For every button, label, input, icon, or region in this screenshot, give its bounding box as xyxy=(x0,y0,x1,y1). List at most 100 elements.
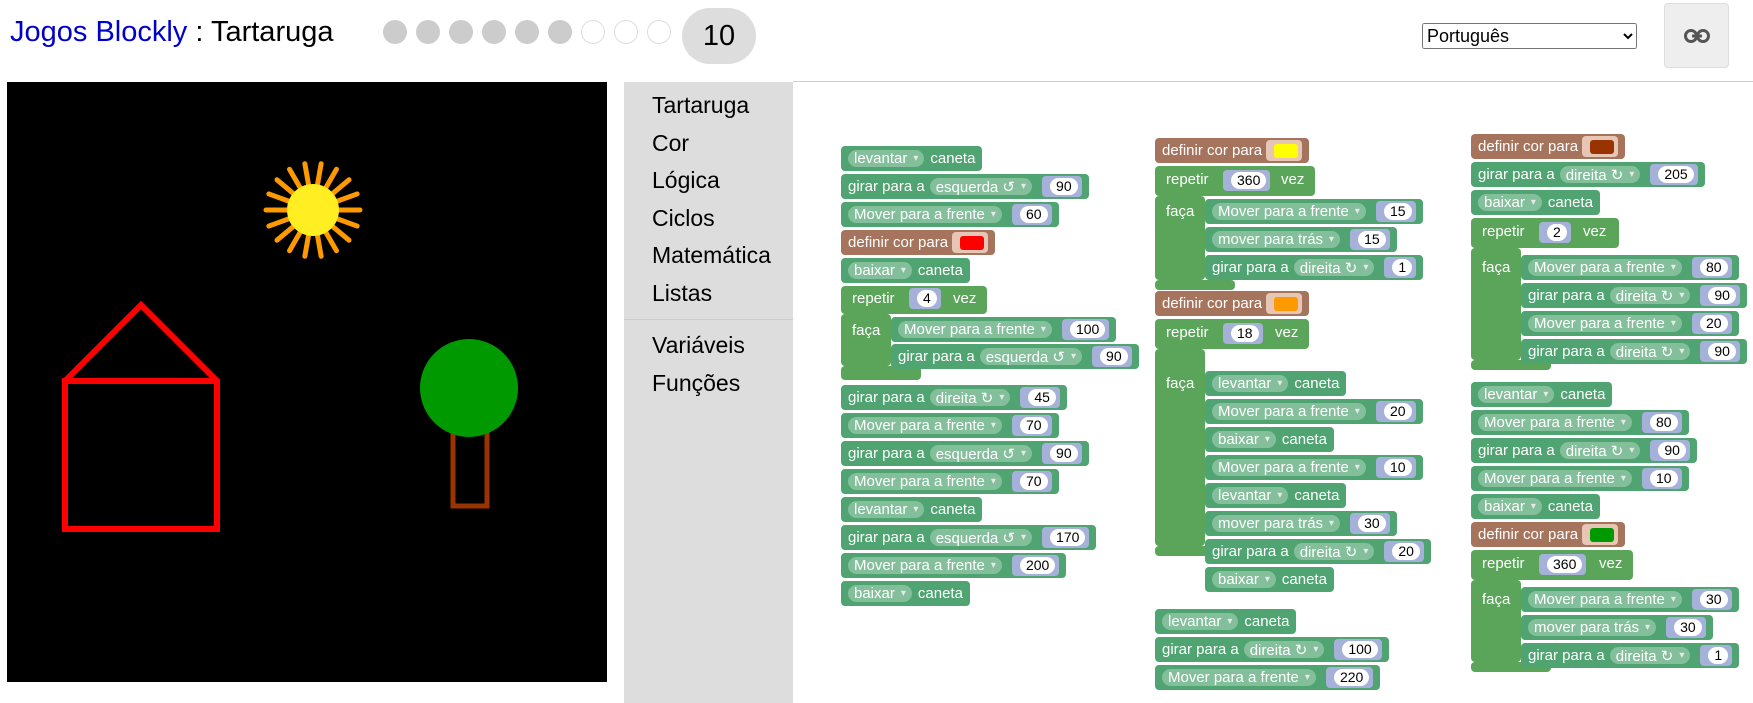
number-input[interactable]: 100 xyxy=(1061,319,1110,340)
color-picker[interactable] xyxy=(1266,293,1303,314)
block-move[interactable]: Mover para a frente 200 xyxy=(841,553,1067,578)
number-input[interactable]: 70 xyxy=(1011,471,1052,492)
block-set-color[interactable]: definir cor para xyxy=(1471,522,1626,547)
block-pen-down[interactable]: baixar caneta xyxy=(1471,494,1600,519)
pen-dropdown[interactable]: levantar xyxy=(848,501,925,518)
block-move[interactable]: Mover para a frente 30 xyxy=(1521,587,1739,612)
number-input[interactable]: 60 xyxy=(1011,204,1052,225)
block-turn[interactable]: girar para a esquerda ↺ 90 xyxy=(891,344,1139,369)
number-input[interactable]: 10 xyxy=(1375,457,1416,478)
block-move[interactable]: Mover para a frente 15 xyxy=(1205,199,1423,224)
toolbox-category[interactable]: Cor xyxy=(652,130,689,157)
direction-dropdown[interactable]: direita ↻ xyxy=(929,389,1011,407)
pen-dropdown[interactable]: baixar xyxy=(1478,194,1542,211)
block-pen-down[interactable]: baixar caneta xyxy=(1205,427,1334,452)
toolbox-category[interactable]: Tartaruga xyxy=(652,92,749,119)
block-move[interactable]: Mover para a frente 70 xyxy=(841,413,1059,438)
move-dropdown[interactable]: Mover para a frente xyxy=(1478,470,1632,487)
language-select[interactable]: Português xyxy=(1422,23,1637,49)
block-move-back[interactable]: mover para trás 30 xyxy=(1205,511,1397,536)
block-turn[interactable]: girar para a direita ↻ 90 xyxy=(1521,339,1747,364)
pen-dropdown[interactable]: levantar xyxy=(848,150,925,167)
direction-dropdown[interactable]: esquerda ↺ xyxy=(929,178,1033,196)
direction-dropdown[interactable]: esquerda ↺ xyxy=(929,529,1033,547)
number-input[interactable]: 90 xyxy=(1042,176,1082,197)
block-move[interactable]: Mover para a frente 70 xyxy=(841,469,1059,494)
direction-dropdown[interactable]: esquerda ↺ xyxy=(979,348,1083,366)
number-input[interactable]: 20 xyxy=(1375,401,1416,422)
direction-dropdown[interactable]: direita ↻ xyxy=(1559,166,1641,184)
move-dropdown[interactable]: mover para trás xyxy=(1528,619,1657,636)
block-move[interactable]: Mover para a frente 10 xyxy=(1205,455,1423,480)
block-turn[interactable]: girar para a direita ↻ 1 xyxy=(1205,255,1424,280)
block-turn[interactable]: girar para a esquerda ↺ 90 xyxy=(841,174,1089,199)
block-turn[interactable]: girar para a direita ↻ 1 xyxy=(1521,643,1740,668)
block-set-color[interactable]: definir cor para xyxy=(1155,291,1310,316)
direction-dropdown[interactable]: esquerda ↺ xyxy=(929,445,1033,463)
number-input[interactable]: 90 xyxy=(1700,285,1740,306)
level-dot[interactable] xyxy=(515,20,539,44)
block-turn[interactable]: girar para a direita ↻ 20 xyxy=(1205,539,1431,564)
block-pen-up[interactable]: levantar caneta xyxy=(1155,609,1297,634)
level-dot[interactable] xyxy=(581,20,605,44)
block-pen-up[interactable]: levantar caneta xyxy=(1205,371,1347,396)
toolbox-category[interactable]: Variáveis xyxy=(652,332,745,359)
number-input[interactable]: 90 xyxy=(1650,440,1690,461)
number-input[interactable]: 205 xyxy=(1650,164,1698,185)
pen-dropdown[interactable]: baixar xyxy=(1212,571,1276,588)
block-move[interactable]: Mover para a frente 20 xyxy=(1521,311,1739,336)
block-move[interactable]: Mover para a frente 20 xyxy=(1205,399,1423,424)
block-pen-down[interactable]: baixar caneta xyxy=(1205,567,1334,592)
toolbox-category[interactable]: Lógica xyxy=(652,167,720,194)
number-input[interactable]: 20 xyxy=(1384,541,1424,562)
block-move[interactable]: Mover para a frente 220 xyxy=(1155,665,1381,690)
block-move[interactable]: Mover para a frente 100 xyxy=(891,317,1117,342)
block-turn[interactable]: girar para a esquerda ↺ 170 xyxy=(841,525,1097,550)
block-workspace[interactable]: levantar caneta girar para a esquerda ↺ … xyxy=(793,82,1753,703)
number-input[interactable]: 30 xyxy=(1666,617,1706,638)
repeat-count[interactable]: 18 xyxy=(1223,323,1263,344)
color-picker[interactable] xyxy=(1582,524,1619,545)
direction-dropdown[interactable]: direita ↻ xyxy=(1243,641,1325,659)
color-picker[interactable] xyxy=(1582,136,1619,157)
move-dropdown[interactable]: Mover para a frente xyxy=(1528,259,1682,276)
move-dropdown[interactable]: Mover para a frente xyxy=(1212,203,1366,220)
move-dropdown[interactable]: Mover para a frente xyxy=(1528,315,1682,332)
pen-dropdown[interactable]: levantar xyxy=(1162,613,1239,630)
block-move[interactable]: Mover para a frente 80 xyxy=(1521,255,1739,280)
block-pen-up[interactable]: levantar caneta xyxy=(841,146,983,171)
direction-dropdown[interactable]: direita ↻ xyxy=(1609,343,1691,361)
number-input[interactable]: 15 xyxy=(1375,201,1416,222)
move-dropdown[interactable]: mover para trás xyxy=(1212,231,1341,248)
block-pen-down[interactable]: baixar caneta xyxy=(841,258,970,283)
block-set-color[interactable]: definir cor para xyxy=(1471,134,1626,159)
level-dot[interactable] xyxy=(647,20,671,44)
move-dropdown[interactable]: Mover para a frente xyxy=(898,321,1052,338)
link-button[interactable] xyxy=(1664,3,1729,68)
move-dropdown[interactable]: Mover para a frente xyxy=(1162,669,1316,686)
number-input[interactable]: 220 xyxy=(1325,667,1374,688)
block-turn[interactable]: girar para a esquerda ↺ 90 xyxy=(841,441,1089,466)
toolbox-category[interactable]: Ciclos xyxy=(652,205,715,232)
block-set-color[interactable]: definir cor para xyxy=(841,230,996,255)
number-input[interactable]: 1 xyxy=(1700,645,1733,666)
toolbox-category[interactable]: Matemática xyxy=(652,242,771,269)
color-picker[interactable] xyxy=(952,232,989,253)
number-input[interactable]: 80 xyxy=(1641,412,1682,433)
number-input[interactable]: 30 xyxy=(1350,513,1390,534)
pen-dropdown[interactable]: baixar xyxy=(848,262,912,279)
block-pen-up[interactable]: levantar caneta xyxy=(1471,382,1613,407)
move-dropdown[interactable]: Mover para a frente xyxy=(1528,591,1682,608)
number-input[interactable]: 70 xyxy=(1011,415,1052,436)
direction-dropdown[interactable]: direita ↻ xyxy=(1293,543,1375,561)
level-dot[interactable] xyxy=(614,20,638,44)
pen-dropdown[interactable]: levantar xyxy=(1212,375,1289,392)
number-input[interactable]: 1 xyxy=(1384,257,1417,278)
block-move[interactable]: Mover para a frente 60 xyxy=(841,202,1059,227)
move-dropdown[interactable]: Mover para a frente xyxy=(1478,414,1632,431)
block-move-back[interactable]: mover para trás 15 xyxy=(1205,227,1397,252)
number-input[interactable]: 170 xyxy=(1042,527,1090,548)
block-move-back[interactable]: mover para trás 30 xyxy=(1521,615,1713,640)
number-input[interactable]: 90 xyxy=(1700,341,1740,362)
block-turn[interactable]: girar para a direita ↻ 45 xyxy=(841,385,1067,410)
